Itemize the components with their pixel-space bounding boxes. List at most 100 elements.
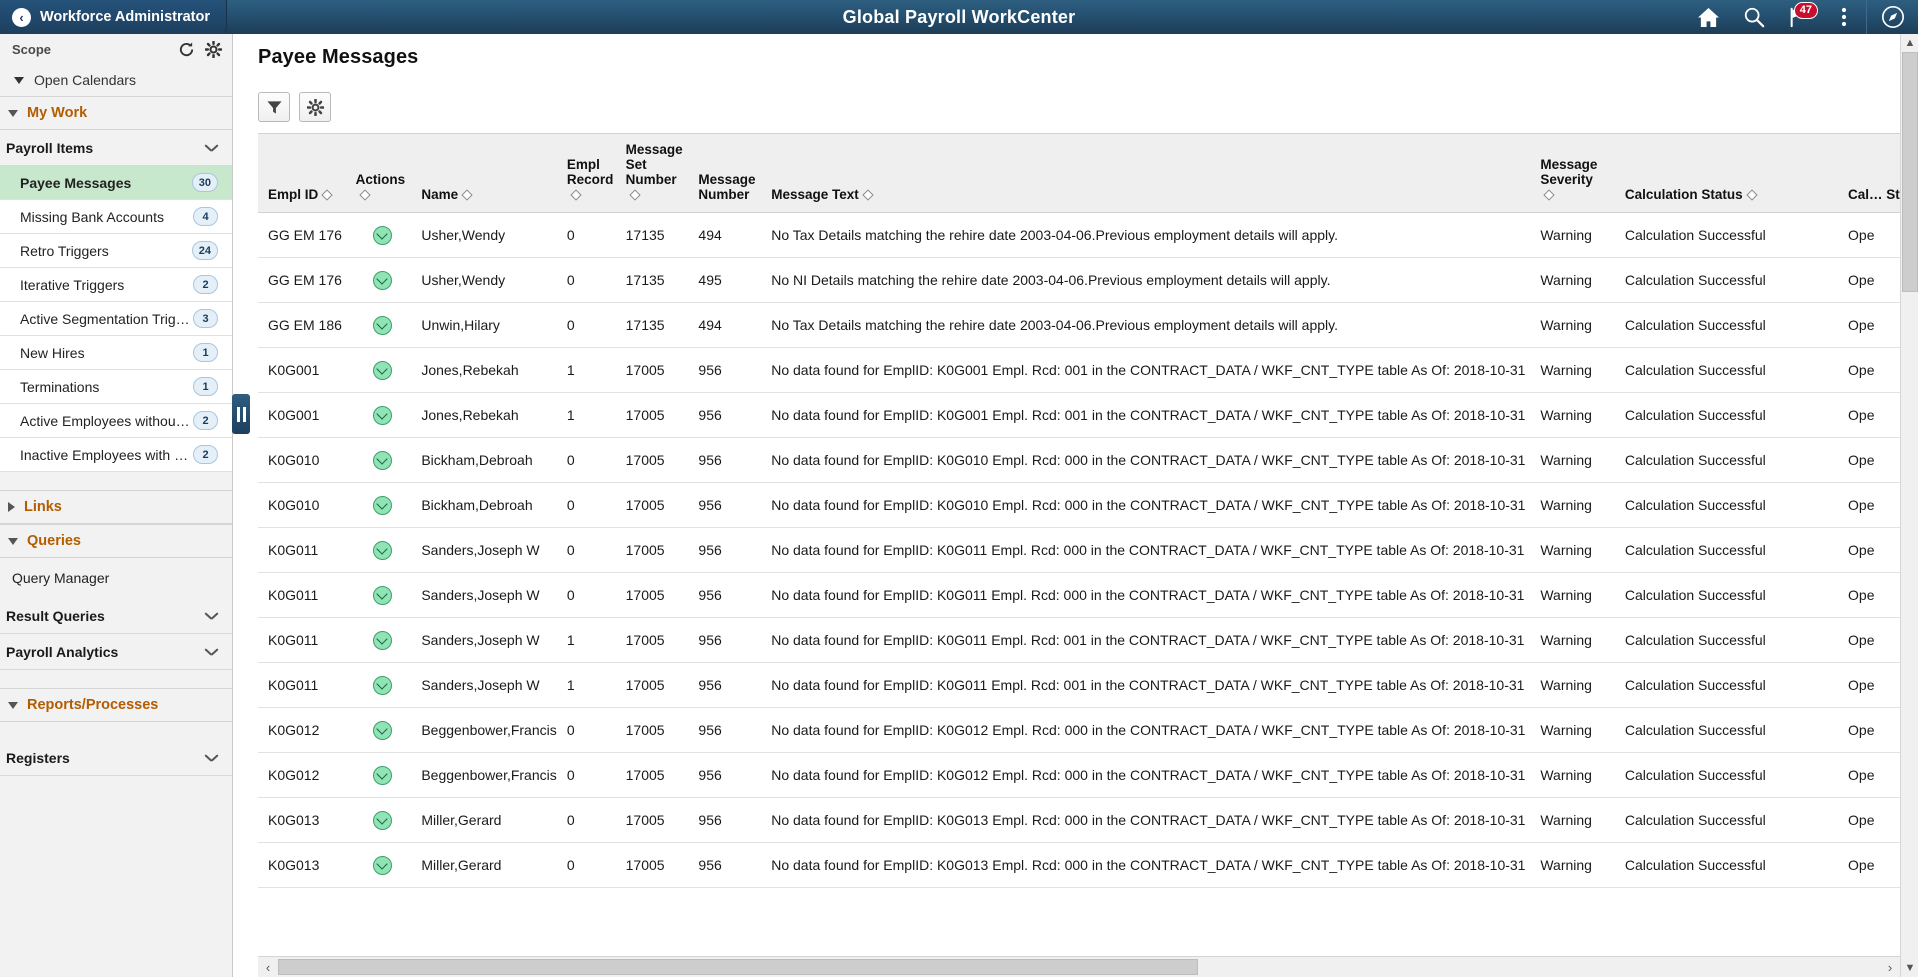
navbar-compass-icon[interactable]	[1866, 0, 1918, 34]
column-header-message-set-number[interactable]: Message Set Number	[619, 133, 693, 213]
scroll-down-arrow-icon[interactable]: ▼	[1901, 959, 1918, 977]
gear-icon[interactable]	[205, 40, 222, 58]
column-header-calculation-status[interactable]: Calculation Status	[1618, 133, 1843, 213]
horizontal-scroll-thumb[interactable]	[278, 958, 1198, 975]
row-action-chevron-icon[interactable]	[372, 316, 392, 335]
cell-actions[interactable]	[349, 572, 416, 618]
group-payroll-items[interactable]: Payroll Items	[0, 130, 232, 166]
cell-calendar-status: Ope	[1842, 437, 1900, 483]
scroll-left-arrow-icon[interactable]: ‹	[258, 957, 278, 977]
row-action-chevron-icon[interactable]	[372, 631, 392, 650]
column-header-message-text[interactable]: Message Text	[765, 133, 1535, 213]
cell-actions[interactable]	[349, 707, 416, 753]
cell-empl-record: 0	[560, 437, 620, 483]
horizontal-scrollbar[interactable]: ‹ ›	[258, 956, 1900, 977]
cell-actions[interactable]	[349, 527, 416, 573]
column-header-message-number[interactable]: Message Number	[692, 133, 766, 213]
column-header-message-severity[interactable]: Message Severity	[1534, 133, 1619, 213]
row-action-chevron-icon[interactable]	[372, 541, 392, 560]
cell-calendar-status: Ope	[1842, 662, 1900, 708]
group-result-queries[interactable]: Result Queries	[0, 598, 232, 634]
section-reports-processes[interactable]: Reports/Processes	[0, 688, 232, 722]
table-row[interactable]: K0G012 Beggenbower,Francis 0 17005 956 No dat…	[258, 707, 1900, 753]
section-my-work[interactable]: My Work	[0, 96, 232, 130]
table-row[interactable]: K0G013 Miller,Gerard 0 17005 956 No data foun…	[258, 842, 1900, 888]
sidebar-item-retro-triggers[interactable]: Retro Triggers 24	[0, 234, 232, 268]
sidebar-collapse-handle[interactable]	[232, 394, 250, 434]
horizontal-scroll-track[interactable]	[278, 956, 1880, 977]
cell-actions[interactable]	[349, 257, 416, 303]
sidebar-item-payee-messages[interactable]: Payee Messages 30	[0, 166, 232, 200]
table-row[interactable]: K0G012 Beggenbower,Francis 0 17005 956 No dat…	[258, 752, 1900, 798]
gear-icon[interactable]	[299, 92, 331, 122]
cell-actions[interactable]	[349, 752, 416, 798]
cell-actions[interactable]	[349, 482, 416, 528]
group-payroll-analytics[interactable]: Payroll Analytics	[0, 634, 232, 670]
cell-actions[interactable]	[349, 842, 416, 888]
scroll-right-arrow-icon[interactable]: ›	[1880, 957, 1900, 977]
cell-message-severity: Warning	[1534, 482, 1619, 528]
column-header-empl-id[interactable]: Empl ID	[258, 133, 350, 213]
table-row[interactable]: GG EM 176 Usher,Wendy 0 17135 494 No Tax Deta…	[258, 212, 1900, 258]
sidebar-item-inactive-employees-with-group[interactable]: Inactive Employees with Gr… 2	[0, 438, 232, 472]
kebab-menu-icon[interactable]	[1821, 0, 1866, 34]
table-row[interactable]: K0G013 Miller,Gerard 0 17005 956 No data foun…	[258, 797, 1900, 843]
table-row[interactable]: K0G010 Bickham,Debroah 0 17005 956 No data fo…	[258, 482, 1900, 528]
cell-actions[interactable]	[349, 662, 416, 708]
table-row[interactable]: K0G011 Sanders,Joseph W 1 17005 956 No data f…	[258, 617, 1900, 663]
sidebar-item-new-hires[interactable]: New Hires 1	[0, 336, 232, 370]
table-row[interactable]: K0G011 Sanders,Joseph W 0 17005 956 No data f…	[258, 527, 1900, 573]
table-row[interactable]: K0G010 Bickham,Debroah 0 17005 956 No data fo…	[258, 437, 1900, 483]
cell-actions[interactable]	[349, 302, 416, 348]
row-action-chevron-icon[interactable]	[372, 766, 392, 785]
vertical-scroll-thumb[interactable]	[1902, 52, 1918, 292]
sidebar-item-active-segmentation-triggers[interactable]: Active Segmentation Triggers 3	[0, 302, 232, 336]
notification-flag-icon[interactable]: 47	[1776, 0, 1821, 34]
row-action-chevron-icon[interactable]	[372, 451, 392, 470]
row-action-chevron-icon[interactable]	[372, 496, 392, 515]
table-row[interactable]: K0G011 Sanders,Joseph W 1 17005 956 No data f…	[258, 662, 1900, 708]
sidebar-item-query-manager[interactable]: Query Manager	[0, 558, 232, 598]
row-action-chevron-icon[interactable]	[372, 856, 392, 875]
refresh-icon[interactable]	[178, 41, 195, 58]
home-icon[interactable]	[1686, 0, 1731, 34]
sidebar-item-active-employees-without-group[interactable]: Active Employees without G… 2	[0, 404, 232, 438]
column-header-empl-record[interactable]: Empl Record	[560, 133, 620, 213]
scroll-up-arrow-icon[interactable]: ▲	[1901, 34, 1918, 52]
cell-actions[interactable]	[349, 797, 416, 843]
row-action-chevron-icon[interactable]	[372, 676, 392, 695]
column-header-name[interactable]: Name	[415, 133, 561, 213]
row-action-chevron-icon[interactable]	[372, 406, 392, 425]
row-action-chevron-icon[interactable]	[372, 361, 392, 380]
back-to-workforce-administrator-button[interactable]: ‹ Workforce Administrator	[0, 0, 227, 34]
row-action-chevron-icon[interactable]	[372, 721, 392, 740]
search-icon[interactable]	[1731, 0, 1776, 34]
cell-actions[interactable]	[349, 617, 416, 663]
table-header-row: Empl ID Actions Name Empl Record Message…	[258, 133, 1900, 213]
row-action-chevron-icon[interactable]	[372, 586, 392, 605]
section-links[interactable]: Links	[0, 490, 232, 524]
sidebar-item-terminations[interactable]: Terminations 1	[0, 370, 232, 404]
row-action-chevron-icon[interactable]	[372, 811, 392, 830]
vertical-scrollbar[interactable]: ▲ ▼	[1900, 34, 1918, 977]
row-action-chevron-icon[interactable]	[372, 271, 392, 290]
sidebar-item-missing-bank-accounts[interactable]: Missing Bank Accounts 4	[0, 200, 232, 234]
table-row[interactable]: K0G011 Sanders,Joseph W 0 17005 956 No data f…	[258, 572, 1900, 618]
cell-actions[interactable]	[349, 347, 416, 393]
table-row[interactable]: K0G001 Jones,Rebekah 1 17005 956 No data foun…	[258, 392, 1900, 438]
sidebar-item-iterative-triggers[interactable]: Iterative Triggers 2	[0, 268, 232, 302]
table-row[interactable]: GG EM 186 Unwin,Hilary 0 17135 494 No Tax Det…	[258, 302, 1900, 348]
open-calendars-toggle[interactable]: Open Calendars	[0, 64, 232, 96]
column-header-actions[interactable]: Actions	[349, 133, 416, 213]
cell-actions[interactable]	[349, 392, 416, 438]
cell-actions[interactable]	[349, 212, 416, 258]
group-registers[interactable]: Registers	[0, 740, 232, 776]
filter-funnel-icon[interactable]	[258, 92, 290, 122]
group-payroll-items-label: Payroll Items	[6, 139, 94, 156]
table-row[interactable]: K0G001 Jones,Rebekah 1 17005 956 No data foun…	[258, 347, 1900, 393]
cell-actions[interactable]	[349, 437, 416, 483]
table-row[interactable]: GG EM 176 Usher,Wendy 0 17135 495 No NI Detai…	[258, 257, 1900, 303]
section-queries[interactable]: Queries	[0, 524, 232, 558]
row-action-chevron-icon[interactable]	[372, 226, 392, 245]
column-header-calendar-status[interactable]: Cal… Stat…	[1842, 133, 1900, 213]
